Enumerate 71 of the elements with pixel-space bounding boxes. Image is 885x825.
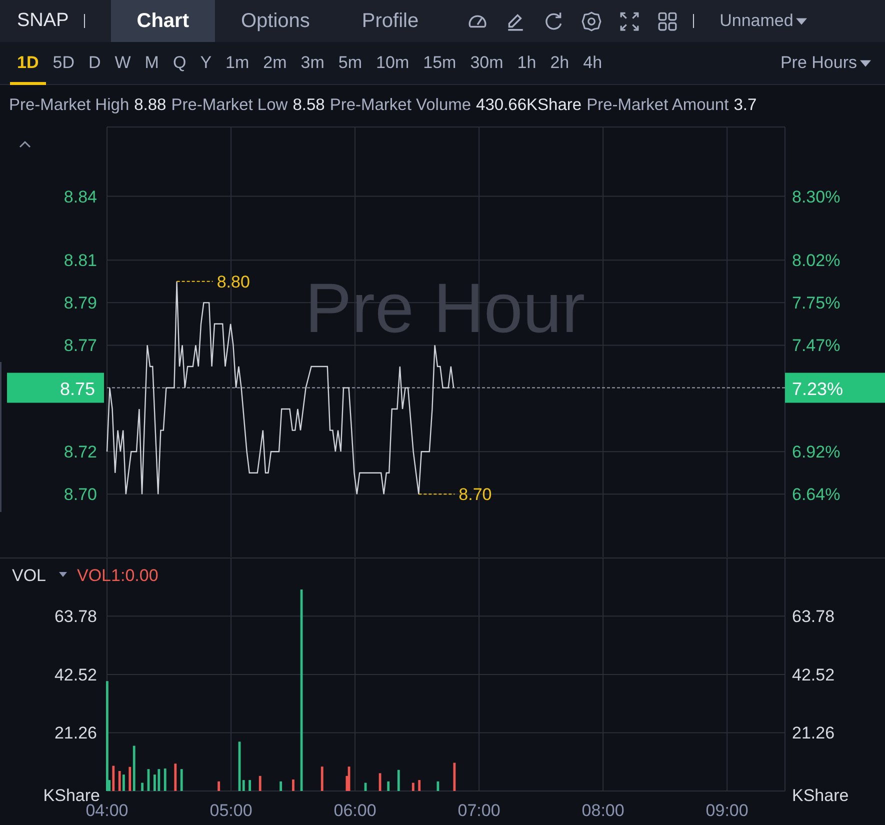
timeframe-tab[interactable]: Q bbox=[166, 42, 194, 84]
volume-unit-label: KShare bbox=[792, 786, 849, 805]
session-dropdown[interactable]: Pre Hours bbox=[780, 53, 871, 73]
time-axis-label: 09:00 bbox=[706, 801, 748, 820]
nav-tab[interactable]: Profile bbox=[336, 0, 445, 42]
time-axis-label: 08:00 bbox=[582, 801, 624, 820]
leader-line bbox=[418, 494, 456, 495]
price-axis-label: 8.79 bbox=[64, 294, 97, 313]
timeframe-tab[interactable]: 5m bbox=[331, 42, 370, 84]
price-axis-label: 8.81 bbox=[64, 251, 97, 270]
volume-axis-label: 63.78 bbox=[792, 607, 835, 626]
ticker-symbol: SNAP bbox=[16, 10, 69, 32]
nav-tab[interactable]: Chart bbox=[110, 0, 215, 42]
stat-value: 8.58 bbox=[292, 96, 325, 114]
price-axis-label: 8.77 bbox=[64, 336, 97, 356]
timeframe-tab[interactable]: 2h bbox=[543, 42, 576, 84]
percent-axis-label: 6.64% bbox=[792, 485, 840, 504]
current-price-text: 8.75 bbox=[60, 378, 95, 399]
price-axis-label: 8.72 bbox=[64, 442, 97, 462]
extreme-price-label: 8.80 bbox=[216, 272, 250, 292]
stat-label: Pre-Market Low bbox=[171, 96, 288, 114]
layout-dropdown[interactable]: Unnamed bbox=[720, 11, 808, 31]
timeframe-tab[interactable]: 1m bbox=[218, 42, 256, 84]
volume-axis-label: 42.52 bbox=[792, 665, 835, 684]
grid-icon[interactable] bbox=[656, 10, 678, 32]
caret-icon bbox=[796, 18, 808, 24]
time-axis-label: 07:00 bbox=[458, 801, 500, 820]
timeframe-tab[interactable]: 2m bbox=[256, 42, 294, 84]
stat-label: Pre-Market High bbox=[9, 96, 130, 114]
price-axis-label: 8.70 bbox=[64, 485, 97, 504]
time-axis-label: 05:00 bbox=[210, 801, 252, 820]
stat-label: Pre-Market Amount bbox=[586, 96, 729, 114]
volume-axis-label: 21.26 bbox=[54, 724, 97, 743]
timeframe-tab[interactable]: 5D bbox=[46, 42, 82, 84]
stat-value: 430.66KShare bbox=[476, 96, 582, 114]
timeframe-tab[interactable]: 10m bbox=[369, 42, 416, 84]
extreme-price-label: 8.70 bbox=[458, 485, 492, 504]
timeframe-tab[interactable]: M bbox=[138, 42, 166, 84]
timeframe-tab[interactable]: 3m bbox=[294, 42, 332, 84]
caret-icon bbox=[860, 60, 871, 66]
percent-axis-label: 7.75% bbox=[792, 294, 840, 313]
volume-axis-label: 21.26 bbox=[792, 724, 835, 743]
leader-line bbox=[176, 280, 214, 282]
percent-axis-label: 6.92% bbox=[792, 442, 840, 462]
percent-axis-label: 7.47% bbox=[792, 336, 840, 356]
current-change-text: 7.23% bbox=[792, 378, 844, 399]
timeframe-tab[interactable]: W bbox=[108, 42, 138, 84]
nav-tab[interactable]: Options bbox=[214, 0, 336, 42]
refresh-icon[interactable] bbox=[542, 10, 564, 32]
stat-value: 3.7 bbox=[734, 96, 757, 114]
collapse-icon[interactable] bbox=[19, 140, 31, 148]
settings-icon[interactable] bbox=[580, 10, 602, 32]
timeframe-tab[interactable]: 1h bbox=[510, 42, 544, 84]
timeframe-tab[interactable]: D bbox=[81, 42, 108, 84]
indicator-value: VOL1:0.00 bbox=[77, 566, 158, 585]
stat-value: 8.88 bbox=[134, 96, 166, 114]
indicator-name[interactable]: VOL bbox=[12, 566, 46, 585]
timeframe-tab[interactable]: 1D bbox=[10, 42, 46, 84]
percent-axis-label: 8.30% bbox=[792, 187, 840, 206]
volume-axis-label: 42.52 bbox=[54, 665, 97, 684]
timeframe-tab[interactable]: Y bbox=[193, 42, 219, 84]
timeframe-tab[interactable]: 4h bbox=[576, 42, 610, 84]
fullscreen-icon[interactable] bbox=[618, 10, 640, 32]
timeframe-tab[interactable]: 30m bbox=[463, 42, 510, 84]
percent-axis-label: 8.02% bbox=[792, 251, 840, 270]
stat-label: Pre-Market Volume bbox=[330, 96, 472, 114]
volume-axis-label: 63.78 bbox=[54, 607, 97, 626]
timeframe-tab[interactable]: 15m bbox=[416, 42, 464, 84]
caret-icon[interactable] bbox=[59, 572, 67, 577]
price-axis-label: 8.84 bbox=[64, 187, 97, 206]
time-axis-label: 06:00 bbox=[334, 801, 376, 820]
